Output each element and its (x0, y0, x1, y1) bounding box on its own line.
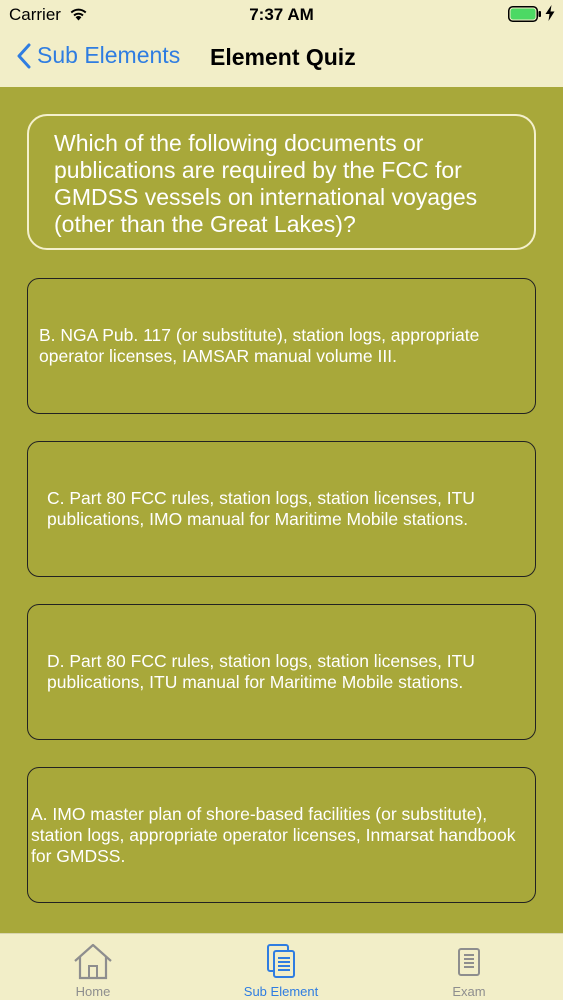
tab-sub-element-label: Sub Element (243, 984, 319, 999)
battery-icon (508, 6, 542, 27)
answer-option-a[interactable]: A. IMO master plan of shore-based facili… (27, 767, 536, 903)
answer-option-d[interactable]: D. Part 80 FCC rules, station logs, stat… (27, 604, 536, 740)
answer-text: A. IMO master plan of shore-based facili… (31, 803, 516, 866)
answer-text: C. Part 80 FCC rules, station logs, stat… (47, 488, 475, 529)
page-title: Element Quiz (210, 44, 356, 70)
chevron-left-icon (17, 43, 31, 68)
documents-icon (267, 944, 295, 978)
tab-exam-label: Exam (452, 984, 486, 999)
answer-text: B. NGA Pub. 117 (or substitute), station… (39, 325, 480, 366)
tab-sub-element[interactable]: Sub Element (221, 934, 341, 1000)
tab-home[interactable]: Home (33, 934, 153, 1000)
status-bar: Carrier 7:37 AM (0, 0, 563, 30)
top-bar: Carrier 7:37 AM Sub Elements Element Qui… (0, 0, 563, 87)
tab-bar: Home Sub Element Exam (0, 933, 563, 1000)
answer-option-c[interactable]: C. Part 80 FCC rules, station logs, stat… (27, 441, 536, 577)
document-icon (458, 948, 480, 976)
question-box: Which of the following documents or publ… (27, 114, 536, 250)
back-button[interactable]: Sub Elements (16, 42, 180, 69)
tab-exam[interactable]: Exam (409, 934, 529, 1000)
answer-text: D. Part 80 FCC rules, station logs, stat… (47, 651, 475, 692)
back-button-label: Sub Elements (37, 42, 181, 68)
home-icon (74, 943, 112, 980)
answer-option-b[interactable]: B. NGA Pub. 117 (or substitute), station… (27, 278, 536, 414)
status-time: 7:37 AM (249, 5, 314, 24)
charging-icon (545, 5, 555, 26)
tab-home-label: Home (75, 984, 111, 999)
navigation-bar: Sub Elements Element Quiz (0, 30, 563, 87)
